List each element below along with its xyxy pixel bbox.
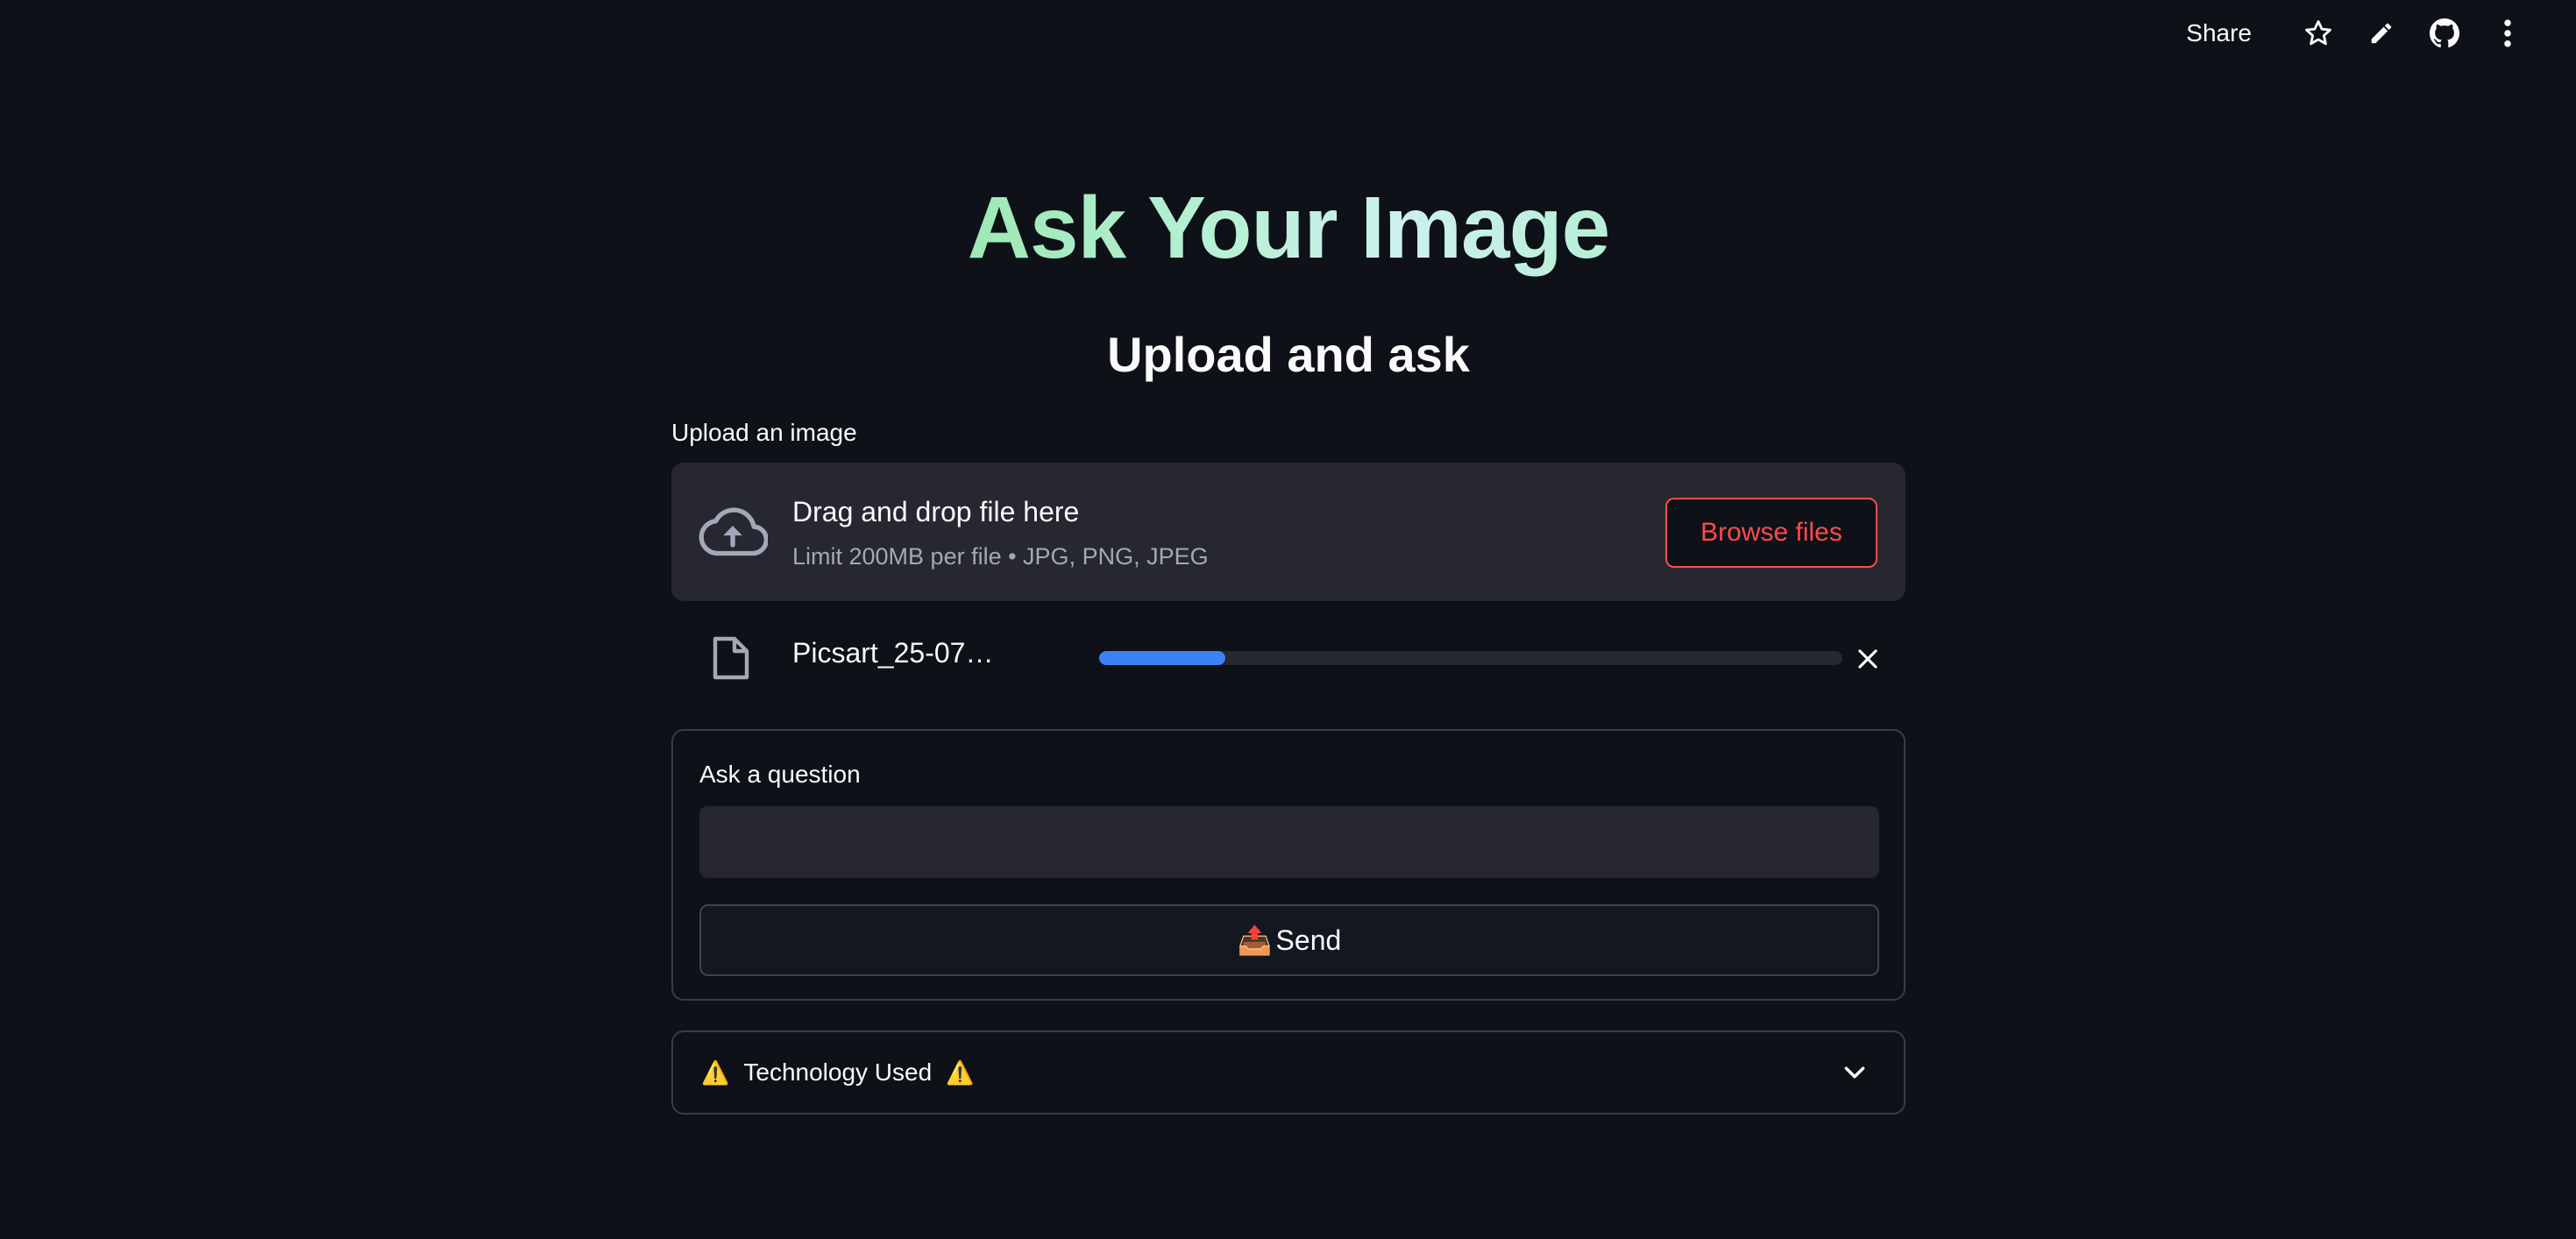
uploader-label: Upload an image [671,419,857,446]
upload-progress-bar [1099,651,1842,665]
warning-icon: ⚠️ [701,1059,730,1086]
github-icon[interactable] [2413,7,2476,60]
more-vertical-icon[interactable] [2476,7,2539,60]
file-dropzone[interactable]: Drag and drop file here Limit 200MB per … [671,463,1905,601]
star-icon[interactable] [2287,7,2350,60]
warning-icon: ⚠️ [946,1059,975,1086]
dropzone-hint: Limit 200MB per file • JPG, PNG, JPEG [792,543,1209,570]
upload-progress-fill [1099,651,1226,665]
app-header: Share [2181,0,2576,67]
uploaded-file-row: Picsart_25-07-08_14-5… [671,627,1905,688]
dropzone-title: Drag and drop file here [792,496,1080,527]
file-icon [713,636,749,680]
outbox-icon: 📤 [1237,924,1273,956]
send-button[interactable]: 📤 Send [699,904,1879,976]
share-button[interactable]: Share [2181,18,2257,48]
question-form: Ask a question 📤 Send [671,729,1905,1001]
remove-file-button[interactable] [1846,637,1890,681]
send-label: Send [1275,924,1342,956]
expander-header: ⚠️ Technology Used ⚠️ [701,1032,975,1113]
cloud-upload-icon [699,507,768,556]
pencil-icon[interactable] [2350,7,2413,60]
close-icon [1858,649,1877,669]
technology-expander[interactable]: ⚠️ Technology Used ⚠️ [671,1030,1905,1115]
page-subtitle: Upload and ask [1107,327,1470,382]
question-label: Ask a question [699,761,861,788]
uploaded-file-name: Picsart_25-07-08_14-5… [792,637,1003,669]
page-title: Ask Your Image [671,175,1905,280]
expander-label: Technology Used [743,1058,933,1086]
browse-files-button[interactable]: Browse files [1665,498,1877,568]
question-input[interactable] [699,806,1879,878]
chevron-down-icon [1844,1066,1865,1079]
